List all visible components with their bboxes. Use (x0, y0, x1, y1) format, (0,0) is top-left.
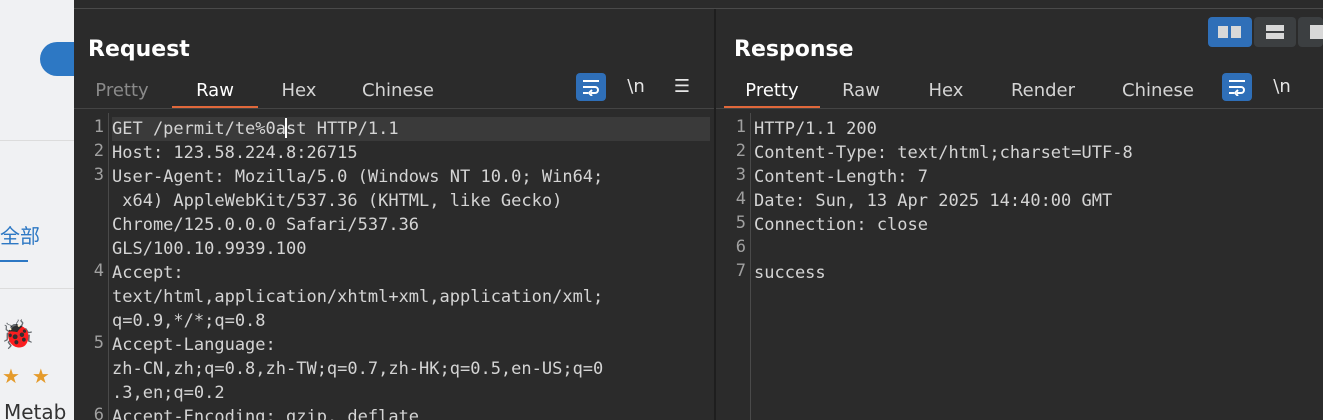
layout-tabs-icon[interactable] (1298, 17, 1323, 47)
code-line[interactable]: 7 success (736, 261, 1319, 285)
code-text: Connection: close (754, 215, 928, 235)
line-number: 4 (735, 189, 746, 209)
line-number: 3 (735, 165, 746, 185)
layout-side-by-side-icon[interactable] (1208, 17, 1252, 47)
response-title: Response (734, 37, 854, 62)
wrap-lines-icon[interactable] (576, 73, 606, 101)
code-text: Content-Length: 7 (754, 167, 928, 187)
response-code[interactable]: 1 HTTP/1.1 200 2 Content-Type: text/html… (736, 117, 1319, 285)
request-tabs: Pretty Raw Hex Chinese (74, 77, 714, 109)
code-text: User-Agent: Mozilla/5.0 (Windows NT 10.0… (112, 167, 604, 187)
code-text: st HTTP/1.1 (286, 119, 399, 139)
layout-stacked-icon[interactable] (1254, 17, 1296, 47)
code-text: Date: Sun, 13 Apr 2025 14:40:00 GMT (754, 191, 1113, 211)
code-line[interactable]: 6 Accept-Encoding: gzip, deflate (94, 405, 710, 420)
code-text: Accept-Language: (112, 335, 276, 355)
code-text: Content-Type: text/html;charset=UTF-8 (754, 143, 1133, 163)
response-tab-pretty[interactable]: Pretty (724, 77, 820, 109)
menu-icon[interactable]: ☰ (668, 73, 696, 101)
line-number: 5 (93, 333, 104, 353)
code-text: text/html,application/xhtml+xml,applicat… (112, 287, 604, 307)
wrap-lines-icon[interactable] (1222, 73, 1252, 101)
request-title: Request (88, 37, 190, 62)
code-line[interactable]: 5 Connection: close (736, 213, 1319, 237)
background-tab-underline (0, 260, 28, 262)
code-text: Accept-Encoding: gzip, deflate (112, 407, 420, 420)
tabs-separator (74, 108, 714, 109)
line-number: 1 (93, 117, 104, 137)
line-number: 4 (93, 261, 104, 281)
code-text: GET /permit/te%0a (112, 119, 286, 139)
code-line[interactable]: 4 Accept: text/html,application/xhtml+xm… (94, 261, 710, 333)
code-line[interactable]: 1 GET /permit/te%0ast HTTP/1.1 (94, 117, 710, 141)
request-panel: Request Pretty Raw Hex Chinese \n ☰ 1 GE… (74, 9, 714, 420)
line-number: 6 (735, 237, 746, 257)
response-tab-hex[interactable]: Hex (914, 77, 978, 109)
background-title: Metab (4, 400, 67, 420)
response-editor[interactable]: 1 HTTP/1.1 200 2 Content-Type: text/html… (716, 113, 1323, 420)
line-number: 1 (735, 117, 746, 137)
code-text: .3,en;q=0.2 (112, 383, 225, 403)
tabs-separator (716, 108, 1323, 109)
request-tab-hex[interactable]: Hex (264, 77, 334, 109)
http-message-viewer: Request Pretty Raw Hex Chinese \n ☰ 1 GE… (74, 0, 1323, 420)
code-line[interactable]: 3 User-Agent: Mozilla/5.0 (Windows NT 10… (94, 165, 710, 261)
response-panel: Response Pretty Raw Hex Render Chinese \… (716, 9, 1323, 420)
code-line[interactable]: 4 Date: Sun, 13 Apr 2025 14:40:00 GMT (736, 189, 1319, 213)
bug-icon: 🐞 (0, 318, 35, 351)
request-editor[interactable]: 1 GET /permit/te%0ast HTTP/1.1 2 Host: 1… (74, 113, 714, 420)
background-tab-all: 全部 (0, 224, 40, 248)
code-line[interactable]: 3 Content-Length: 7 (736, 165, 1319, 189)
response-tab-raw[interactable]: Raw (830, 77, 892, 109)
response-tab-render[interactable]: Render (996, 77, 1090, 109)
code-line[interactable]: 5 Accept-Language: zh-CN,zh;q=0.8,zh-TW;… (94, 333, 710, 405)
code-text: GLS/100.10.9939.100 (112, 239, 307, 259)
code-text: x64) AppleWebKit/537.36 (KHTML, like Gec… (112, 191, 563, 211)
background-app: 全部 🐞 ★★ Metab (0, 0, 74, 420)
background-divider (0, 140, 74, 141)
code-text: q=0.9,*/*;q=0.8 (112, 311, 266, 331)
line-number: 2 (735, 141, 746, 161)
code-text: Chrome/125.0.0.0 Safari/537.36 (112, 215, 420, 235)
response-tab-chinese[interactable]: Chinese (1110, 77, 1206, 109)
rating-stars: ★★ (2, 364, 62, 388)
background-blue-button (40, 42, 74, 76)
request-tab-pretty[interactable]: Pretty (86, 77, 158, 109)
request-tab-chinese[interactable]: Chinese (350, 77, 446, 109)
newline-toggle[interactable]: \n (622, 73, 650, 101)
line-number: 7 (735, 261, 746, 281)
code-line[interactable]: 2 Content-Type: text/html;charset=UTF-8 (736, 141, 1319, 165)
code-line[interactable]: 1 HTTP/1.1 200 (736, 117, 1319, 141)
code-text: success (754, 263, 826, 283)
code-text: Host: 123.58.224.8:26715 (112, 143, 358, 163)
request-tab-raw[interactable]: Raw (172, 77, 258, 109)
code-text: zh-CN,zh;q=0.8,zh-TW;q=0.7,zh-HK;q=0.5,e… (112, 359, 604, 379)
line-number: 6 (93, 405, 104, 420)
code-line[interactable]: 2 Host: 123.58.224.8:26715 (94, 141, 710, 165)
line-number: 5 (735, 213, 746, 233)
code-text: HTTP/1.1 200 (754, 119, 877, 139)
code-line[interactable]: 6 (736, 237, 1319, 261)
code-text: Accept: (112, 263, 184, 283)
background-divider (0, 288, 74, 289)
line-number: 2 (93, 141, 104, 161)
line-number: 3 (93, 165, 104, 185)
request-code[interactable]: 1 GET /permit/te%0ast HTTP/1.1 2 Host: 1… (94, 117, 710, 420)
newline-toggle[interactable]: \n (1268, 73, 1296, 101)
